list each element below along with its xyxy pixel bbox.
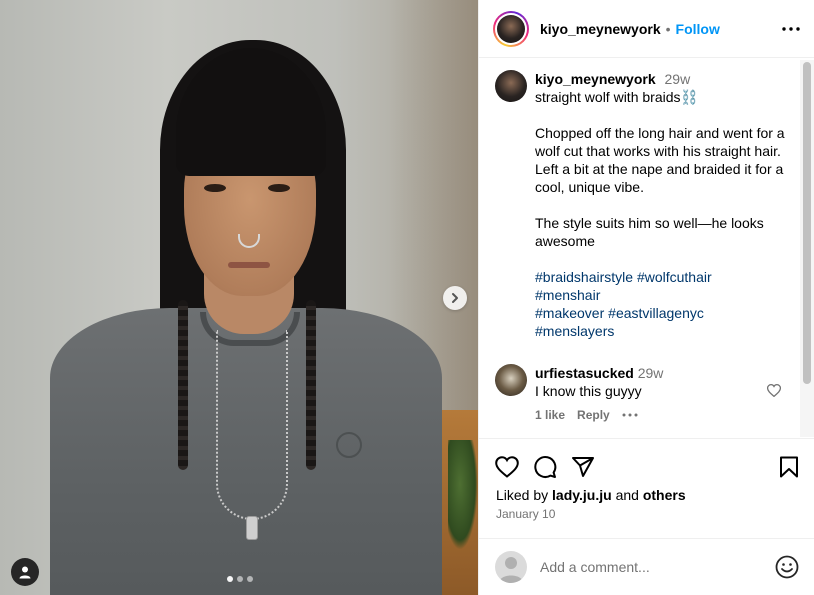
comment-button[interactable]	[533, 455, 557, 479]
shirt-logo	[336, 432, 362, 458]
plant	[448, 440, 478, 550]
carousel-dot	[237, 576, 243, 582]
carousel-dot	[227, 576, 233, 582]
separator-dot: •	[665, 20, 671, 37]
author-avatar[interactable]	[493, 10, 529, 47]
commenter-avatar[interactable]	[495, 364, 527, 396]
comment-text: I know this guyyy	[535, 383, 642, 399]
tagged-users-button[interactable]	[11, 558, 39, 586]
hashtag-link[interactable]: #menslayers	[535, 323, 614, 339]
caption-paragraph: The style suits him so well—he looks awe…	[535, 215, 764, 249]
braid-left	[178, 300, 188, 470]
hashtag-link[interactable]: #wolfcuthair	[637, 269, 712, 285]
add-comment-bar	[479, 538, 814, 595]
comment-like-button[interactable]	[766, 384, 782, 402]
carousel-dots	[227, 576, 253, 582]
carousel-dot	[247, 576, 253, 582]
caption-avatar[interactable]	[495, 70, 527, 102]
necklace-pendant	[246, 516, 258, 540]
comment-item: urfiestasucked 29w I know this guyyy 1 l…	[495, 364, 795, 424]
more-options-button[interactable]	[782, 26, 800, 31]
post-actions	[495, 454, 799, 480]
more-horizontal-icon	[782, 26, 800, 31]
emoji-button[interactable]	[775, 555, 799, 579]
braid-right	[306, 300, 316, 470]
bookmark-icon	[780, 456, 798, 478]
post-sidebar: kiyo_meynewyork • Follow kiyo_meynewyork…	[478, 0, 814, 595]
follow-button[interactable]: Follow	[676, 21, 720, 37]
caption-paragraph: Chopped off the long hair and went for a…	[535, 125, 785, 195]
chevron-right-icon	[452, 293, 458, 303]
comments-scrollbar[interactable]	[800, 60, 814, 437]
scrollbar-thumb[interactable]	[803, 62, 811, 384]
next-photo-button[interactable]	[443, 286, 467, 310]
caption: kiyo_meynewyork 29w straight wolf with b…	[495, 70, 795, 340]
comment-likes-link[interactable]: 1 like	[535, 406, 565, 424]
commenter-username[interactable]: urfiestasucked	[535, 365, 634, 381]
hashtag-link[interactable]: #braidshairstyle	[535, 269, 633, 285]
like-button[interactable]	[495, 456, 519, 478]
hashtag-link[interactable]: #eastvillagenyc	[608, 305, 704, 321]
post-header: kiyo_meynewyork • Follow	[479, 0, 814, 58]
post-date[interactable]: January 10	[496, 507, 555, 521]
hashtag-link[interactable]: #makeover	[535, 305, 604, 321]
comment-input[interactable]	[540, 559, 760, 575]
hashtag-link[interactable]: #menshair	[535, 287, 600, 303]
comment-reply-button[interactable]: Reply	[577, 406, 610, 424]
current-user-avatar	[495, 551, 527, 583]
comment-options-button[interactable]	[622, 413, 638, 417]
comments-section[interactable]: kiyo_meynewyork 29w straight wolf with b…	[479, 58, 814, 439]
caption-username[interactable]: kiyo_meynewyork	[535, 71, 656, 87]
save-button[interactable]	[779, 456, 799, 478]
comment-bubble-icon	[534, 456, 557, 478]
heart-icon	[766, 384, 782, 398]
liked-by-user[interactable]: lady.ju.ju	[552, 487, 612, 503]
caption-time: 29w	[664, 71, 691, 87]
caption-line1: straight wolf with braids⛓️	[535, 89, 698, 105]
heart-icon	[495, 456, 519, 478]
emoji-smile-icon	[775, 555, 799, 579]
hashtags: #braidshairstyle #wolfcuthair #menshair …	[535, 268, 789, 340]
necklace	[216, 330, 288, 520]
post-media	[0, 0, 478, 595]
comment-time: 29w	[637, 365, 664, 381]
author-username[interactable]: kiyo_meynewyork	[540, 21, 661, 37]
share-button[interactable]	[571, 456, 595, 478]
paper-plane-icon	[572, 457, 594, 477]
user-tag-icon	[19, 566, 31, 579]
default-avatar-icon	[499, 557, 523, 583]
liked-by: Liked by lady.ju.ju and others	[496, 487, 686, 503]
more-horizontal-icon	[622, 413, 638, 417]
liked-by-others[interactable]: others	[643, 487, 686, 503]
